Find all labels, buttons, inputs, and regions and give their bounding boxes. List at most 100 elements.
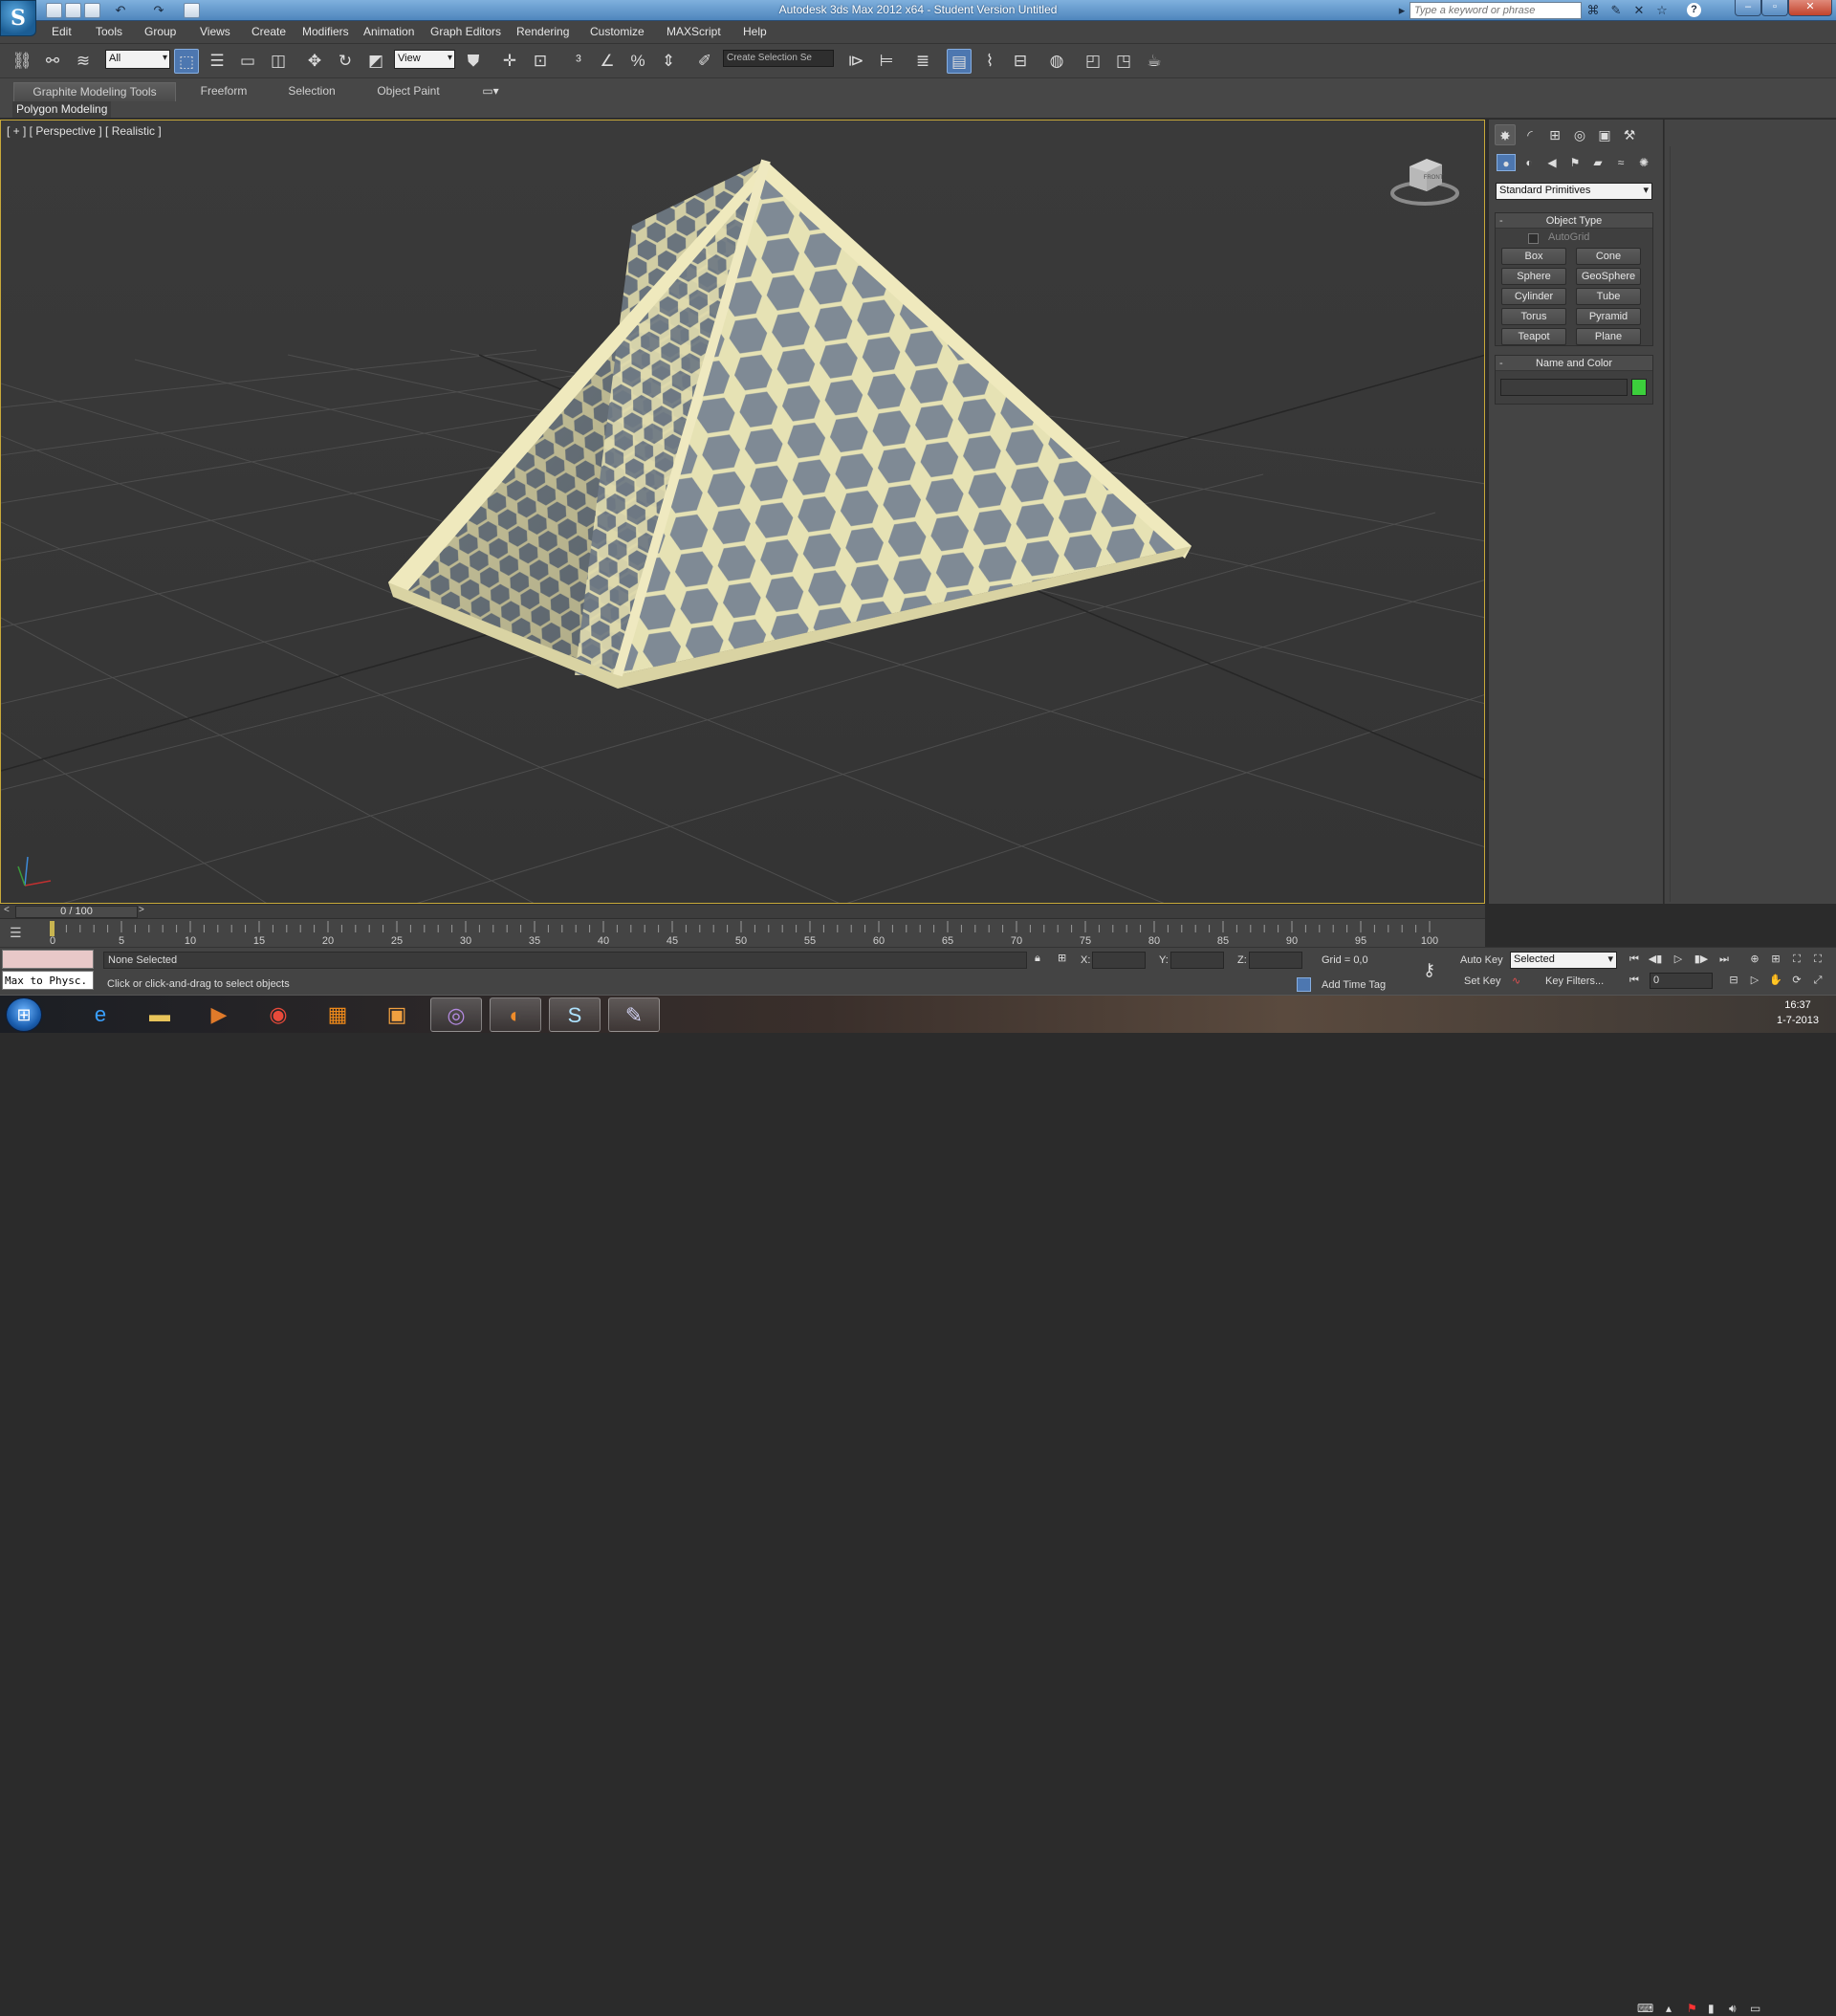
paint-icon[interactable]: ✎ <box>608 997 660 1032</box>
add-time-tag[interactable]: Add Time Tag <box>1322 979 1386 991</box>
tab-object-paint[interactable]: Object Paint <box>361 82 455 101</box>
taskbar-clock-time[interactable]: 16:37 <box>1771 999 1825 1011</box>
open-file-icon[interactable] <box>65 3 81 18</box>
menu-customize[interactable]: Customize <box>590 25 645 38</box>
angle-snap-icon[interactable]: ∠ <box>595 49 620 74</box>
create-panel-icon[interactable]: ✸ <box>1495 124 1516 145</box>
play-icon[interactable]: ▷ <box>1670 952 1687 967</box>
menu-views[interactable]: Views <box>200 25 230 38</box>
office-icon[interactable]: ▣ <box>371 997 423 1032</box>
menu-modifiers[interactable]: Modifiers <box>302 25 349 38</box>
menu-graph-editors[interactable]: Graph Editors <box>430 25 501 38</box>
hierarchy-panel-icon[interactable]: ⊞ <box>1544 124 1565 145</box>
keyboard-tray-icon[interactable]: ⌨ <box>1637 2002 1653 2015</box>
binoculars-icon[interactable]: ⌘ <box>1585 3 1601 18</box>
media-player-icon[interactable]: ▶ <box>193 997 245 1032</box>
link-icon[interactable]: ⛓ <box>10 49 34 74</box>
minimize-button[interactable]: ‒ <box>1735 0 1761 16</box>
geosphere-button[interactable]: GeoSphere <box>1576 268 1641 285</box>
display-panel-icon[interactable]: ▣ <box>1594 124 1615 145</box>
maximize-button[interactable]: ▫ <box>1761 0 1788 16</box>
edit-named-selection-icon[interactable]: ✐ <box>692 49 717 74</box>
favorites-star-icon[interactable]: ☆ <box>1654 3 1670 18</box>
redo-icon[interactable]: ↷ <box>151 3 166 18</box>
volume-icon[interactable]: 🔊︎ <box>1729 2002 1737 2016</box>
auto-key-button[interactable]: Auto Key <box>1460 954 1503 966</box>
cameras-icon[interactable]: ⚑ <box>1565 154 1585 171</box>
x-coordinate-field[interactable] <box>1092 952 1146 969</box>
move-icon[interactable]: ✥ <box>302 49 327 74</box>
time-config-icon[interactable]: ⊟ <box>1725 973 1742 988</box>
time-next-icon[interactable]: > <box>139 905 144 915</box>
zoom-icon[interactable]: ⊕ <box>1746 952 1763 967</box>
file-explorer-icon[interactable]: ▬ <box>134 997 186 1032</box>
rectangular-selection-icon[interactable]: ▭ <box>235 49 260 74</box>
viewcube-icon[interactable]: FRONT <box>1388 149 1461 208</box>
rendered-frame-icon[interactable]: ◳ <box>1111 49 1136 74</box>
object-type-header[interactable]: - Object Type <box>1496 213 1652 229</box>
y-coordinate-field[interactable] <box>1170 952 1224 969</box>
curve-editor-icon[interactable]: ⌇ <box>977 49 1002 74</box>
blender-icon[interactable]: ◐ <box>490 997 541 1032</box>
network-icon[interactable]: ▮ <box>1708 2002 1715 2015</box>
undo-icon[interactable]: ↶ <box>113 3 128 18</box>
key-mode-dropdown[interactable]: Selected <box>1510 952 1617 969</box>
zoom-all-icon[interactable]: ⊞ <box>1767 952 1784 967</box>
search-input[interactable] <box>1410 2 1582 19</box>
previous-frame-icon[interactable]: ◀▮ <box>1647 952 1664 967</box>
orbit-icon[interactable]: ⟳ <box>1788 973 1805 988</box>
help-icon[interactable]: ? <box>1687 3 1701 17</box>
pivot-center-icon[interactable]: ⛊ <box>461 49 486 74</box>
time-slider-thumb[interactable]: 0 / 100 <box>15 906 138 918</box>
viewport-label[interactable]: [ + ] [ Perspective ] [ Realistic ] <box>7 124 162 138</box>
menu-create[interactable]: Create <box>251 25 286 38</box>
track-bar[interactable]: ☰ 0 5 10 15 20 25 30 35 40 45 50 55 60 65 70 75 80 85 90 95… <box>0 918 1485 947</box>
key-mode-toggle-icon[interactable]: ⏮ <box>1626 973 1643 988</box>
helpers-icon[interactable]: ▰ <box>1588 154 1607 171</box>
graphite-toggle-icon[interactable]: ▤ <box>947 49 972 74</box>
menu-group[interactable]: Group <box>144 25 176 38</box>
app-swirl-icon[interactable]: ◎ <box>430 997 482 1032</box>
snaps-toggle-icon[interactable]: ³ <box>566 49 591 74</box>
power-icon[interactable]: ▭ <box>1750 2002 1760 2015</box>
bind-space-warp-icon[interactable]: ≋ <box>71 49 96 74</box>
select-manipulate-icon[interactable]: ✛ <box>497 49 522 74</box>
start-button[interactable]: ⊞ <box>6 997 42 1032</box>
close-button[interactable]: ✕ <box>1788 0 1832 16</box>
motion-panel-icon[interactable]: ◎ <box>1569 124 1590 145</box>
default-tangent-icon[interactable]: ∿ <box>1512 975 1520 987</box>
systems-icon[interactable]: ✺ <box>1634 154 1653 171</box>
selection-filter-dropdown[interactable]: All <box>105 50 170 69</box>
space-warps-icon[interactable]: ≈ <box>1611 154 1630 171</box>
primitive-category-dropdown[interactable]: Standard Primitives <box>1496 183 1652 200</box>
goto-end-icon[interactable]: ⏭ <box>1716 952 1733 967</box>
teapot-button[interactable]: Teapot <box>1501 328 1566 345</box>
percent-snap-icon[interactable]: % <box>625 49 650 74</box>
3ds-max-taskbar-icon[interactable]: S <box>549 997 601 1032</box>
maxscript-listener-output[interactable] <box>2 950 94 969</box>
mirror-icon[interactable]: ⧐ <box>843 49 868 74</box>
taskbar-clock-date[interactable]: 1-7-2013 <box>1771 1015 1825 1026</box>
zoom-extents-all-icon[interactable]: ⛶ <box>1809 952 1826 967</box>
show-hidden-icons[interactable]: ▴ <box>1666 2002 1672 2015</box>
menu-maxscript[interactable]: MAXScript <box>667 25 721 38</box>
lights-icon[interactable]: ◀ <box>1542 154 1562 171</box>
maxscript-listener-input[interactable]: Max to Physc. <box>2 971 94 990</box>
rotate-icon[interactable]: ↻ <box>333 49 358 74</box>
app-logo-icon[interactable]: S <box>0 0 36 36</box>
time-tag-icon[interactable] <box>1297 977 1311 992</box>
render-production-icon[interactable]: ☕ <box>1142 49 1167 74</box>
menu-animation[interactable]: Animation <box>363 25 414 38</box>
set-key-icon[interactable]: ⚷ <box>1423 960 1435 980</box>
schematic-view-icon[interactable]: ⊟ <box>1008 49 1033 74</box>
name-and-color-header[interactable]: - Name and Color <box>1496 356 1652 371</box>
menu-rendering[interactable]: Rendering <box>516 25 569 38</box>
tube-button[interactable]: Tube <box>1576 288 1641 305</box>
object-color-swatch[interactable] <box>1631 379 1647 396</box>
spinner-snap-icon[interactable]: ⇕ <box>656 49 681 74</box>
current-frame-marker[interactable] <box>50 921 55 936</box>
current-frame-field[interactable]: 0 <box>1650 973 1713 989</box>
field-of-view-icon[interactable]: ▷ <box>1746 973 1763 988</box>
shapes-icon[interactable]: ◐ <box>1519 154 1539 171</box>
select-by-name-icon[interactable]: ☰ <box>205 49 230 74</box>
